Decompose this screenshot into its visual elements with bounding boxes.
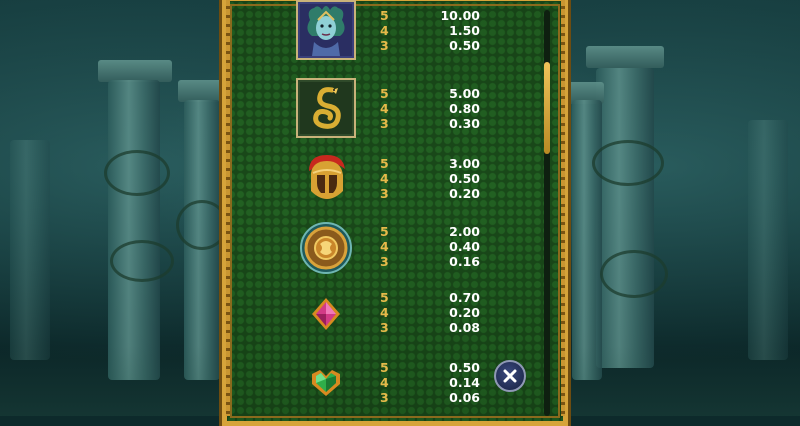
pay-value: 0.06 xyxy=(449,390,480,405)
pay-values: 5 5.00 4 0.80 3 0.30 xyxy=(380,86,480,131)
pay-line: 4 0.40 xyxy=(380,239,480,254)
pay-value: 0.20 xyxy=(449,305,480,320)
pay-line: 4 1.50 xyxy=(380,23,480,38)
pay-count: 5 xyxy=(380,8,389,23)
greek-key-border-right xyxy=(561,0,565,416)
pay-line: 5 0.70 xyxy=(380,290,480,305)
pay-line: 5 3.00 xyxy=(380,156,480,171)
pay-value: 2.00 xyxy=(449,224,480,239)
pay-line: 5 2.00 xyxy=(380,224,480,239)
pay-value: 0.50 xyxy=(449,360,480,375)
pay-count: 5 xyxy=(380,360,389,375)
stone-column xyxy=(596,68,654,368)
pay-values: 5 2.00 4 0.40 3 0.16 xyxy=(380,224,480,269)
pay-count: 3 xyxy=(380,390,389,405)
vine xyxy=(104,150,170,196)
pay-line: 5 5.00 xyxy=(380,86,480,101)
stone-column xyxy=(10,140,50,360)
pay-value: 0.70 xyxy=(449,290,480,305)
paytable-row-helmet: 5 3.00 4 0.50 3 0.20 xyxy=(232,148,542,208)
pay-count: 5 xyxy=(380,224,389,239)
pay-count: 4 xyxy=(380,375,389,390)
vine xyxy=(592,140,664,186)
pay-line: 5 0.50 xyxy=(380,360,480,375)
pay-line: 5 10.00 xyxy=(380,8,480,23)
pay-value: 3.00 xyxy=(449,156,480,171)
pay-value: 1.50 xyxy=(449,23,480,38)
stone-column xyxy=(572,100,602,380)
pay-value: 0.16 xyxy=(449,254,480,269)
pay-line: 3 0.16 xyxy=(380,254,480,269)
pay-count: 3 xyxy=(380,320,389,335)
pay-count: 4 xyxy=(380,239,389,254)
pay-value: 0.40 xyxy=(449,239,480,254)
pay-value: 0.50 xyxy=(449,38,480,53)
pay-value: 0.20 xyxy=(449,186,480,201)
pay-count: 3 xyxy=(380,38,389,53)
column-capital xyxy=(586,46,664,68)
green-gem-icon xyxy=(296,352,356,412)
pay-count: 3 xyxy=(380,116,389,131)
pay-line: 4 0.80 xyxy=(380,101,480,116)
scrollbar-thumb[interactable] xyxy=(544,62,550,154)
pay-count: 3 xyxy=(380,254,389,269)
pay-count: 4 xyxy=(380,171,389,186)
vine xyxy=(110,240,174,282)
bronze-shield-icon xyxy=(296,218,356,278)
paytable-row-shield: 5 2.00 4 0.40 3 0.16 xyxy=(232,218,542,278)
pay-count: 5 xyxy=(380,290,389,305)
vine xyxy=(600,250,668,298)
close-x-icon xyxy=(503,369,517,383)
stone-column xyxy=(748,120,788,360)
pay-value: 0.30 xyxy=(449,116,480,131)
medusa-icon xyxy=(296,0,356,60)
greek-key-border-left xyxy=(226,0,230,416)
vine xyxy=(176,200,228,250)
column-capital xyxy=(178,80,226,102)
pay-line: 3 0.30 xyxy=(380,116,480,131)
pay-value: 0.80 xyxy=(449,101,480,116)
pay-line: 3 0.06 xyxy=(380,390,480,405)
pay-line: 4 0.14 xyxy=(380,375,480,390)
pink-gem-icon xyxy=(296,284,356,344)
pay-line: 3 0.20 xyxy=(380,186,480,201)
column-capital xyxy=(98,60,172,82)
pay-line: 4 0.50 xyxy=(380,171,480,186)
pay-values: 5 0.70 4 0.20 3 0.08 xyxy=(380,290,480,335)
pay-values: 5 10.00 4 1.50 3 0.50 xyxy=(380,8,480,53)
paytable-row-pink-gem: 5 0.70 4 0.20 3 0.08 xyxy=(232,284,542,344)
pay-count: 4 xyxy=(380,305,389,320)
pay-line: 3 0.50 xyxy=(380,38,480,53)
pay-values: 5 3.00 4 0.50 3 0.20 xyxy=(380,156,480,201)
pay-value: 0.14 xyxy=(449,375,480,390)
pay-value: 5.00 xyxy=(449,86,480,101)
paytable-row-snake: 5 5.00 4 0.80 3 0.30 xyxy=(232,78,542,138)
paytable-scrollbar[interactable] xyxy=(544,10,550,416)
stone-column xyxy=(108,80,160,380)
pay-count: 3 xyxy=(380,186,389,201)
pay-value: 0.50 xyxy=(449,171,480,186)
golden-snake-icon xyxy=(296,78,356,138)
paytable-row-medusa: 5 10.00 4 1.50 3 0.50 xyxy=(232,0,542,60)
close-button[interactable] xyxy=(494,360,526,392)
pay-count: 5 xyxy=(380,156,389,171)
pay-value: 0.08 xyxy=(449,320,480,335)
pay-count: 4 xyxy=(380,101,389,116)
pay-count: 4 xyxy=(380,23,389,38)
pay-count: 5 xyxy=(380,86,389,101)
spartan-helmet-icon xyxy=(296,148,356,208)
pay-line: 3 0.08 xyxy=(380,320,480,335)
pay-line: 4 0.20 xyxy=(380,305,480,320)
pay-values: 5 0.50 4 0.14 3 0.06 xyxy=(380,360,480,405)
pay-value: 10.00 xyxy=(440,8,480,23)
